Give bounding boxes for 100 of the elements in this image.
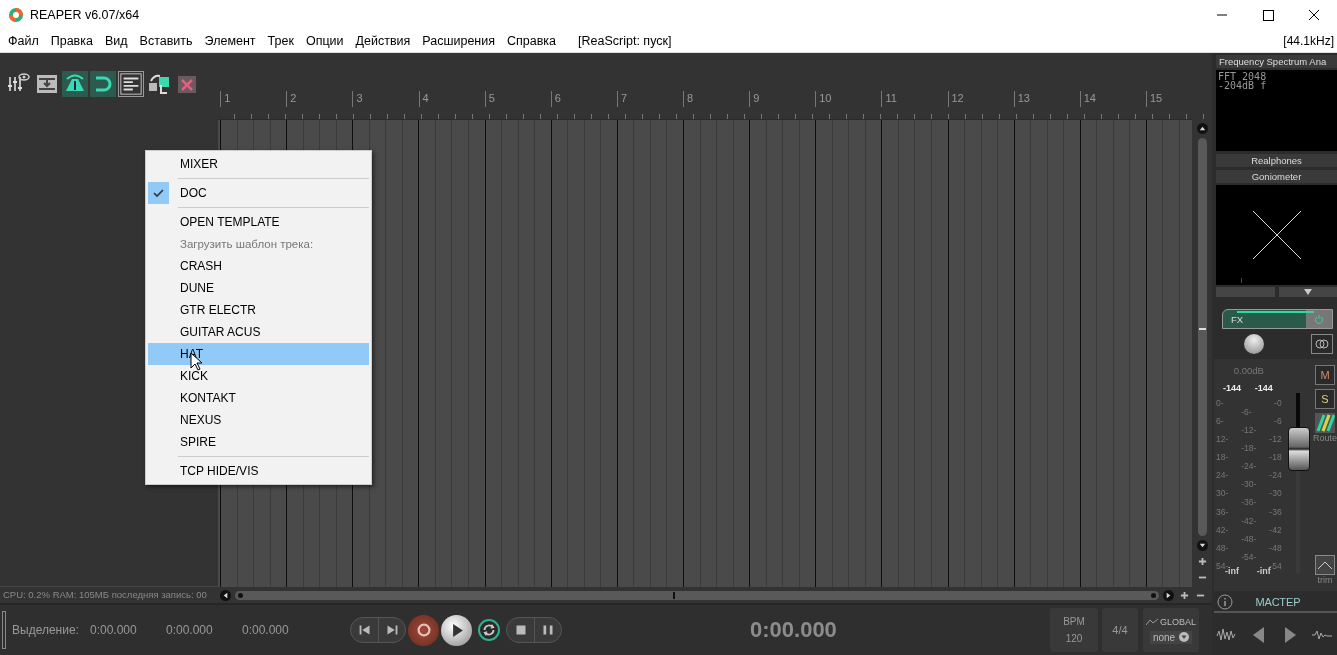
scroll-right-icon[interactable]	[1163, 589, 1174, 601]
menu-item[interactable]: KONTAKT	[148, 387, 369, 409]
meter-scale-label: -24-	[1241, 461, 1257, 473]
spectrum-text: -204dB f	[1218, 81, 1268, 90]
checkmark-icon	[153, 188, 164, 198]
peak-tick	[1241, 278, 1242, 283]
dropdown-arrow-icon	[1179, 632, 1190, 643]
trim-icon[interactable]	[1315, 555, 1335, 575]
route-label: Route	[1312, 433, 1337, 443]
menu-item[interactable]: GUITAR ACUS	[148, 321, 369, 343]
menu-item[interactable]: Действия	[349, 34, 417, 48]
level-readout: -inf	[1256, 565, 1271, 576]
scroll-left-icon[interactable]	[220, 589, 232, 601]
repeat-button[interactable]	[478, 619, 500, 642]
meter-scale-label: 42-	[1216, 524, 1229, 536]
meter-scale-label: -36-	[1241, 497, 1257, 509]
info-icon[interactable]	[1217, 594, 1233, 610]
time-signature[interactable]: 4/4	[1102, 608, 1138, 653]
selection-label: Выделение:	[12, 623, 80, 638]
menu-item[interactable]: Правка	[44, 34, 99, 48]
menu-item[interactable]: NEXUS	[148, 409, 369, 431]
menu-item[interactable]: CRASH	[148, 255, 369, 277]
menu-item[interactable]: Элемент	[198, 34, 262, 48]
selection-time: 0:00.000	[90, 623, 138, 638]
meter-bar	[1216, 287, 1275, 297]
bar-number: 7	[620, 92, 628, 104]
bar-number: 8	[687, 92, 695, 104]
menu-item[interactable]: Вставить	[133, 34, 199, 48]
scroll-up-icon[interactable]	[1196, 123, 1208, 134]
menu-item[interactable]: DUNE	[148, 277, 369, 299]
fx-button[interactable]: FX	[1222, 309, 1333, 329]
bar-number: 10	[819, 92, 833, 104]
meter-scale-label: 24-	[1216, 470, 1229, 482]
meter-scale-label: 36-	[1216, 506, 1229, 518]
menu-item[interactable]: HAT	[148, 343, 369, 365]
cross-lines-drawing	[1251, 210, 1302, 260]
bar-number: 3	[356, 92, 364, 104]
route-icon[interactable]	[1315, 413, 1335, 433]
meter-scale-label: -18	[1269, 452, 1282, 464]
global-label: GLOBAL	[1160, 616, 1196, 627]
plugin-title[interactable]: Realphones	[1216, 154, 1337, 167]
menu-item[interactable]: GTR ELECTR	[148, 299, 369, 321]
play-icon	[453, 623, 463, 637]
plus-icon[interactable]	[1196, 555, 1208, 568]
meter-scale-label: -48	[1269, 542, 1282, 554]
plus-icon[interactable]	[1178, 589, 1190, 602]
play-button[interactable]	[441, 614, 472, 646]
track-name: МАСТЕР	[1254, 596, 1302, 608]
meter-scale-label: -42	[1269, 524, 1282, 536]
magnet-icon[interactable]	[90, 71, 116, 97]
menu-item[interactable]: TCP HIDE/VIS	[148, 460, 369, 482]
menu-item[interactable]: DOC	[148, 182, 369, 204]
menu-item[interactable]: Опции	[299, 34, 350, 48]
menu-item[interactable]: SPIRE	[148, 431, 369, 453]
meter-scale-label: -12-	[1241, 425, 1257, 437]
menu-item[interactable]: Расширения	[416, 34, 501, 48]
plugin-title[interactable]: Frequency Spectrum Ana	[1216, 55, 1337, 68]
meter-scale-label: 12-	[1216, 434, 1229, 446]
solo-button[interactable]: S	[1315, 389, 1335, 409]
window-title: REAPER v6.07/x64	[30, 8, 140, 22]
pan-knob[interactable]	[1244, 334, 1264, 354]
reascript-status[interactable]: [ReaScript: пуск]	[572, 34, 678, 48]
menu-item[interactable]: Справка	[501, 34, 563, 48]
automation-dropdown[interactable]: none	[1149, 630, 1193, 644]
menu-item[interactable]: KICK	[148, 365, 369, 387]
menu-item[interactable]: Вид	[98, 34, 134, 48]
peak-readout: -144	[1254, 383, 1273, 393]
bar-number: 14	[1083, 92, 1097, 104]
bar-number: 11	[885, 92, 898, 104]
meter-scale-label: -24	[1269, 470, 1282, 482]
meter-scale-label: -12	[1269, 434, 1282, 446]
bpm-display[interactable]: BPM 120	[1050, 608, 1098, 653]
selection-time: 0:00.000	[166, 623, 214, 638]
menu-section-header: Загрузить шаблон трека:	[180, 238, 314, 250]
app-logo-icon	[8, 7, 24, 23]
meter-scale-label: -18-	[1241, 443, 1257, 455]
menu-item[interactable]: MIXER	[148, 153, 369, 175]
bar-number: 2	[290, 92, 298, 104]
grid-icon[interactable]	[118, 71, 144, 97]
bar-number: 5	[488, 92, 496, 104]
stereo-icon[interactable]	[1311, 334, 1333, 354]
trim-label: trim	[1317, 575, 1333, 585]
scroll-down-icon[interactable]	[1196, 540, 1208, 552]
menu-item[interactable]: Файл	[2, 34, 45, 48]
bar-number: 9	[753, 92, 761, 104]
bar-number: 6	[554, 92, 562, 104]
meter-scale-label: -42-	[1241, 515, 1257, 527]
fader-thumb[interactable]	[1287, 426, 1310, 471]
menu-item[interactable]: OPEN TEMPLATE	[148, 211, 369, 233]
ramp-icon[interactable]	[62, 71, 88, 97]
mute-button[interactable]: M	[1315, 365, 1335, 385]
spectrum-text: FFT 2048	[1218, 72, 1268, 81]
envelope-icon	[1146, 617, 1158, 626]
menu-item[interactable]: Трек	[261, 34, 300, 48]
horizontal-scrollbar[interactable]	[235, 590, 1159, 600]
meter-scale-label: -54-	[1241, 551, 1257, 563]
vertical-scrollbar[interactable]	[1197, 138, 1207, 537]
panel-grip[interactable]	[2, 611, 6, 650]
plugin-title[interactable]: Goniometer	[1216, 170, 1337, 183]
record-button[interactable]	[408, 614, 439, 646]
